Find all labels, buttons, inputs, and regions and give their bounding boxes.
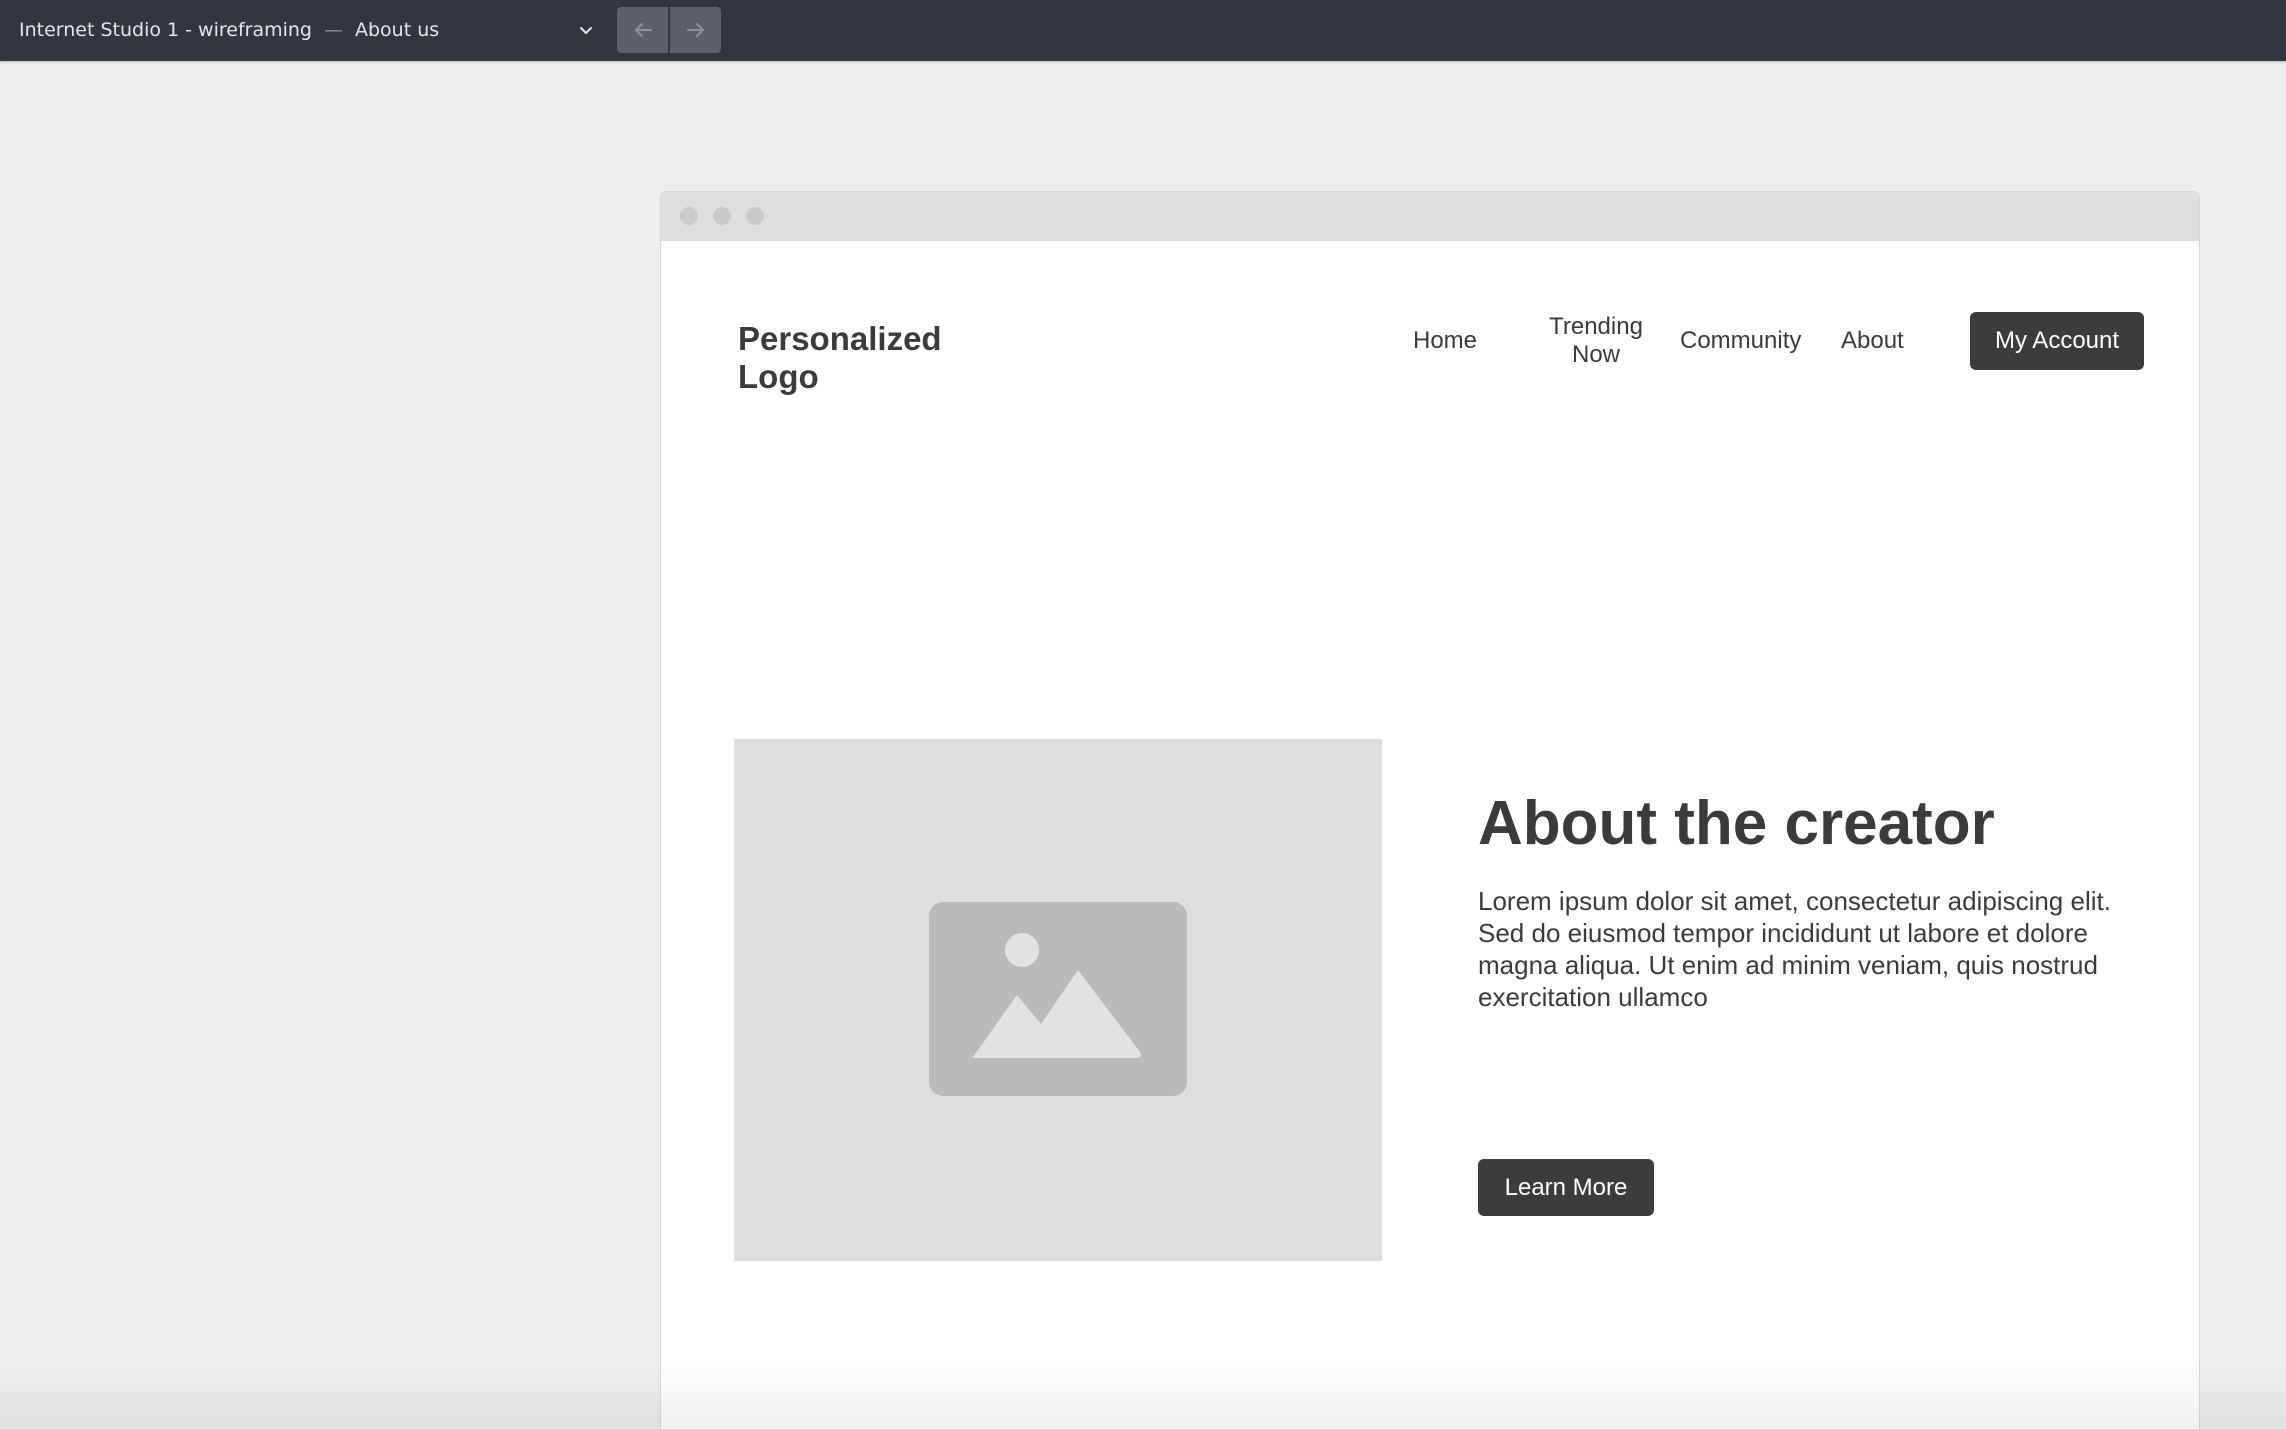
image-icon-graphic — [971, 933, 1141, 1058]
window-dot — [713, 207, 731, 225]
logo-line: Logo — [738, 358, 819, 395]
page-name[interactable]: About us — [355, 19, 439, 41]
arrow-left-icon — [634, 23, 652, 37]
site-logo[interactable]: Personalized Logo — [738, 320, 998, 396]
page-dropdown-button[interactable] — [572, 16, 600, 44]
nav-link-about[interactable]: About — [1841, 327, 1904, 355]
arrow-right-icon — [686, 23, 704, 37]
app-toolbar: Internet Studio 1 - wireframing — About … — [0, 0, 2286, 61]
about-paragraph: Lorem ipsum dolor sit amet, consectetur … — [1478, 886, 2111, 1012]
browser-frame: Personalized Logo Home Trending Now Comm… — [660, 191, 2200, 1429]
browser-frame-bar — [661, 192, 2199, 241]
nav-link-community[interactable]: Community — [1680, 327, 1801, 355]
project-title[interactable]: Internet Studio 1 - wireframing — [19, 19, 312, 41]
chevron-down-icon — [580, 27, 592, 34]
nav-link-trending-now[interactable]: Trending Now — [1533, 313, 1659, 369]
nav-link-label: Now — [1571, 341, 1620, 368]
nav-link-home[interactable]: Home — [1413, 327, 1477, 355]
page-nav-buttons — [617, 7, 721, 53]
previous-page-button[interactable] — [617, 7, 668, 53]
learn-more-button[interactable]: Learn More — [1478, 1159, 1654, 1216]
hero-image-placeholder — [734, 739, 1382, 1261]
breadcrumb: Internet Studio 1 - wireframing — About … — [19, 17, 439, 43]
breadcrumb-separator: — — [324, 19, 343, 41]
logo-line: Personalized — [738, 320, 942, 357]
image-placeholder-icon — [929, 902, 1187, 1096]
window-dot — [746, 207, 764, 225]
my-account-button[interactable]: My Account — [1970, 312, 2144, 370]
about-heading: About the creator — [1478, 789, 1995, 858]
next-page-button[interactable] — [670, 7, 721, 53]
nav-link-label: Trending — [1549, 313, 1643, 340]
window-dot — [680, 207, 698, 225]
